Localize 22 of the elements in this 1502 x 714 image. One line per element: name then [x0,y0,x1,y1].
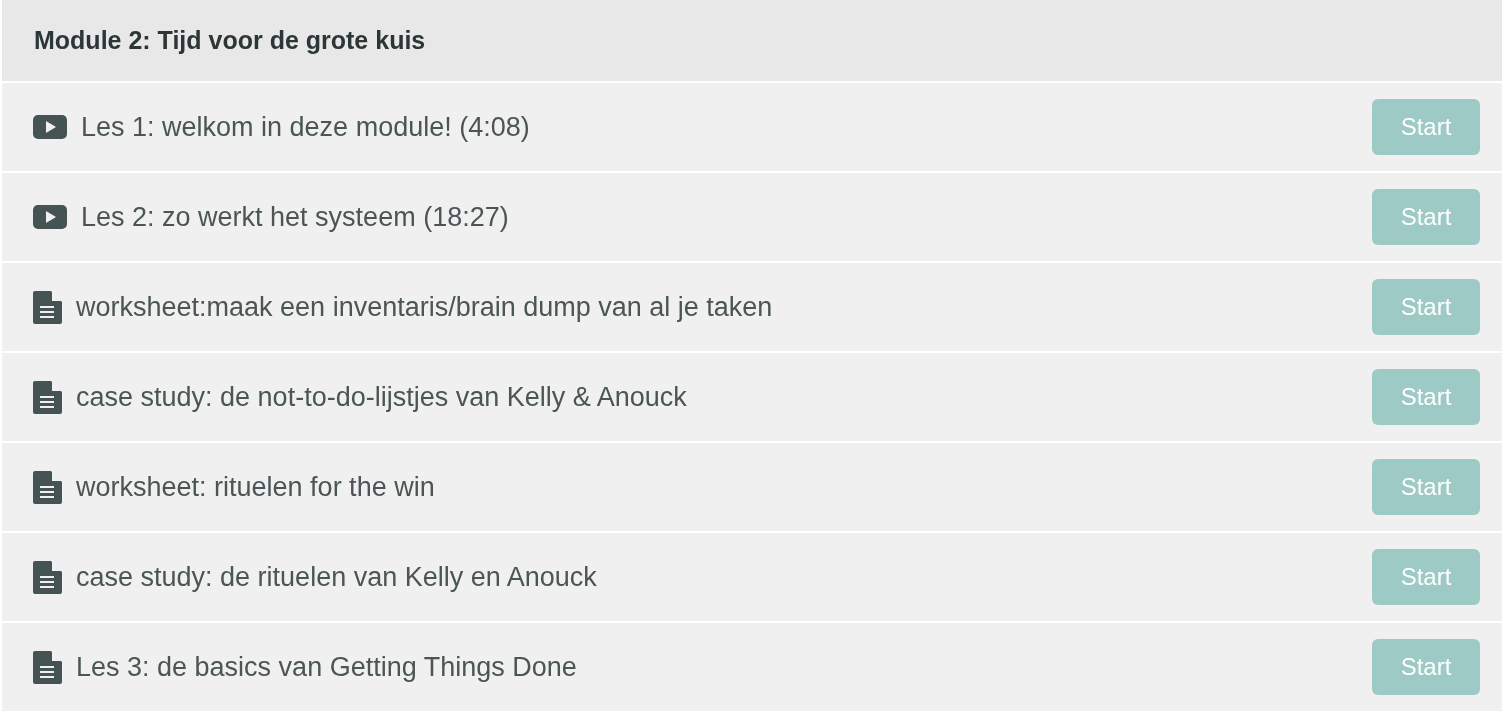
start-button[interactable]: Start [1372,99,1480,155]
lesson-title: worksheet: rituelen for the win [76,471,436,503]
document-icon [33,470,62,504]
start-button[interactable]: Start [1372,459,1480,515]
start-button[interactable]: Start [1372,189,1480,245]
module-title: Module 2: Tijd voor de grote kuis [34,26,426,55]
lesson-title: Les 1: welkom in deze module! (4:08) [81,111,531,143]
play-icon [33,205,67,229]
document-icon [33,560,62,594]
start-button[interactable]: Start [1372,369,1480,425]
document-icon [33,650,62,684]
lesson-title: case study: de rituelen van Kelly en Anouck [76,561,598,593]
document-icon [33,380,62,414]
document-icon [33,290,62,324]
lesson-title: case study: de not-to-do-lijstjes van Kelly & Anouck [76,381,688,413]
lesson-title: worksheet:maak een inventaris/brain dump van al je taken [76,291,774,323]
start-button[interactable]: Start [1372,279,1480,335]
lesson-title: Les 2: zo werkt het systeem (18:27) [81,201,510,233]
play-icon [33,115,67,139]
start-button[interactable]: Start [1372,549,1480,605]
start-button[interactable]: Start [1372,639,1480,695]
lesson-title: Les 3: de basics van Getting Things Done [76,651,578,683]
